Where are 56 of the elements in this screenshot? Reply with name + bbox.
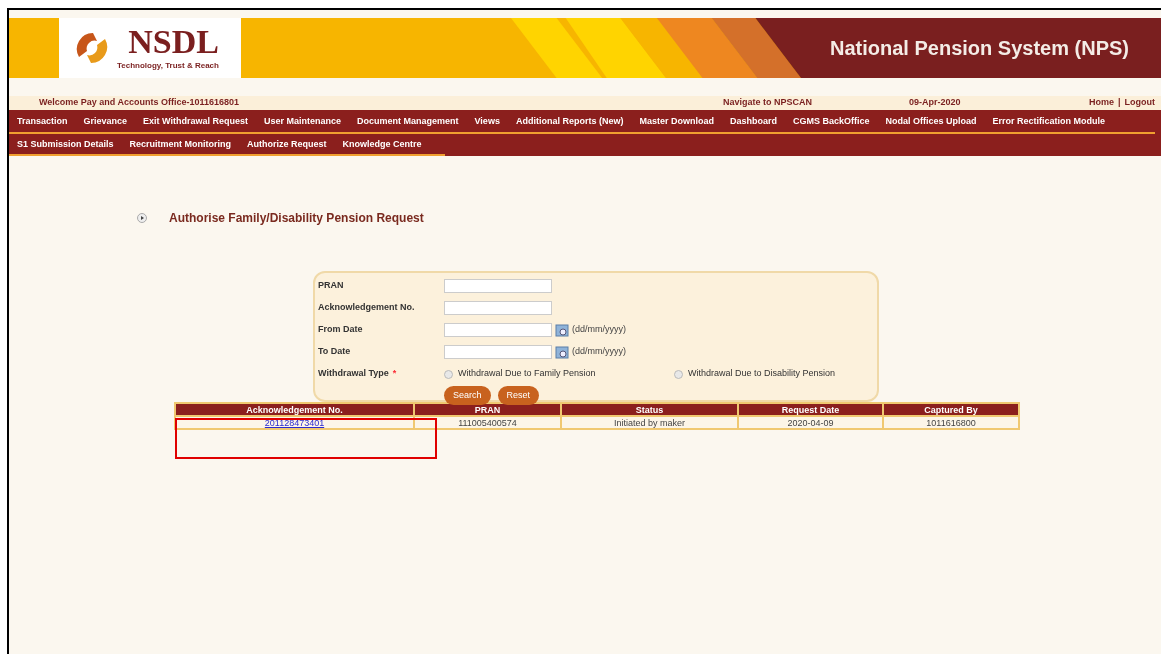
menu-item[interactable]: Recruitment Monitoring [129,138,232,152]
field-label: From Date [318,323,364,337]
menu-item[interactable]: Knowledge Centre [342,138,422,152]
field-label: Withdrawal Type [318,367,389,381]
column-header: PRAN [414,403,561,416]
table-cell: 1011616800 [883,416,1019,429]
calendar-icon[interactable] [555,345,569,359]
table-cell: Initiated by maker [561,416,738,429]
radio-button[interactable] [444,369,453,379]
field-label: Acknowledgement No. [318,301,416,315]
menu-item[interactable]: Error Rectification Module [992,115,1105,129]
menu-item[interactable]: CGMS BackOffice [792,115,870,129]
radio-button[interactable] [674,369,683,379]
table-cell: 2020-04-09 [738,416,883,429]
menu-item[interactable]: Document Management [357,115,459,129]
radio-label: Withdrawal Due to Disability Pension [688,367,836,381]
required-mark: * [392,367,397,381]
input-field[interactable] [444,301,552,315]
bullet-icon [137,213,147,223]
column-header: Request Date [738,403,883,416]
column-header: Acknowledgement No. [175,403,414,416]
logout-link[interactable]: Logout [1124,96,1155,110]
menu-item[interactable]: Grievance [83,115,128,129]
column-header: Captured By [883,403,1019,416]
menu-item[interactable]: Views [474,115,500,129]
field-label: PRAN [318,279,345,293]
site-title: National Pension System (NPS) [830,36,1129,61]
date-format-hint: (dd/mm/yyyy) [572,345,626,359]
column-header: Status [561,403,738,416]
page-title: Authorise Family/Disability Pension Request [169,210,424,227]
field-label: To Date [318,345,352,359]
home-link[interactable]: Home [1088,96,1114,110]
menu-item[interactable]: Additional Reports (New) [515,115,624,129]
menu-item[interactable]: Transaction [17,115,68,129]
menu-item[interactable]: Dashboard [729,115,777,129]
input-field[interactable] [444,323,552,337]
search-button[interactable]: Search [444,386,491,405]
separator-text: | [1117,96,1121,110]
logo-text: NSDL [128,24,219,60]
menu-item[interactable]: Nodal Offices Upload [885,115,977,129]
menu-item[interactable]: Exit Withdrawal Request [143,115,248,129]
table-cell: 111005400574 [414,416,561,429]
input-field[interactable] [444,345,552,359]
radio-label: Withdrawal Due to Family Pension [458,367,596,381]
menu-item[interactable]: S1 Submission Details [17,138,114,152]
tagline: Technology, Trust & Reach [117,60,219,72]
date-format-hint: (dd/mm/yyyy) [572,323,626,337]
reset-button[interactable]: Reset [497,386,540,405]
navigate-link[interactable]: Navigate to NPSCAN [723,96,909,110]
menu-item[interactable]: Master Download [639,115,714,129]
menu-item[interactable]: Authorize Request [247,138,327,152]
menu-item[interactable]: User Maintenance [264,115,341,129]
date-text: 09-Apr-2020 [909,96,962,110]
welcome-text: Welcome Pay and Accounts Office-1011616801 [39,96,241,110]
calendar-icon[interactable] [555,323,569,337]
input-field[interactable] [444,279,552,293]
